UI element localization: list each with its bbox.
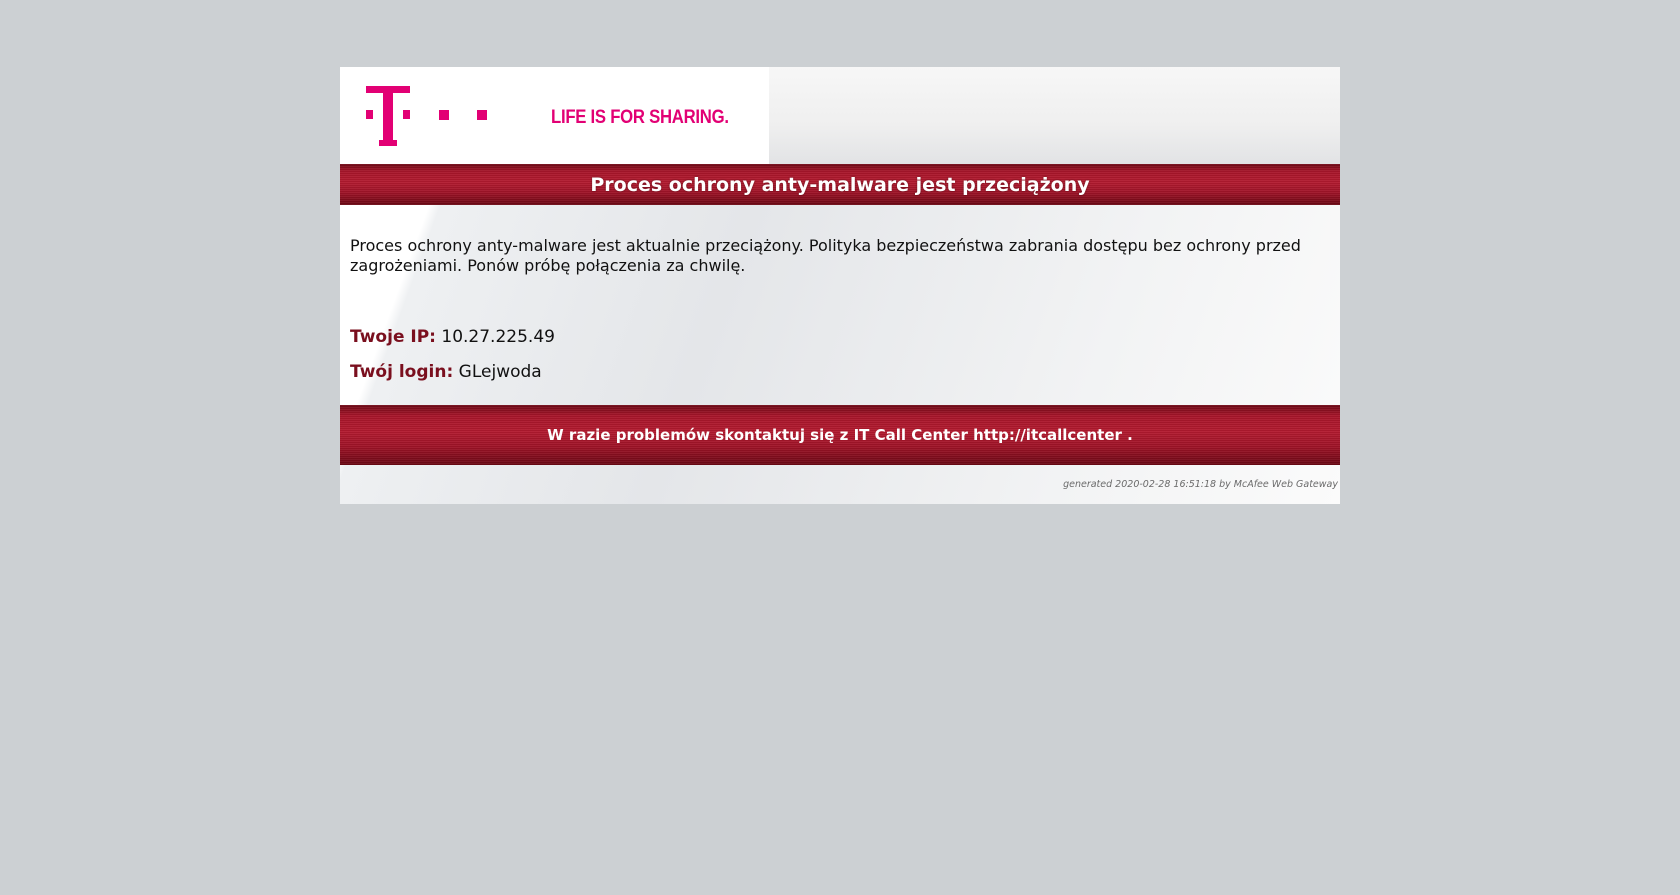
slogan: LIFE IS FOR SHARING.: [551, 107, 729, 128]
footer-banner: W razie problemów skontaktuj się z IT Ca…: [340, 405, 1340, 465]
title-banner: Proces ochrony anty-malware jest przecią…: [340, 164, 1340, 205]
ip-label: Twoje IP:: [350, 327, 436, 347]
generated-note: generated 2020-02-28 16:51:18 by McAfee …: [1063, 479, 1338, 490]
contact-info: W razie problemów skontaktuj się z IT Ca…: [547, 426, 1133, 444]
block-page: LIFE IS FOR SHARING. Proces ochrony anty…: [340, 67, 1340, 504]
ip-value: 10.27.225.49: [441, 327, 555, 347]
login-label: Twój login:: [350, 362, 454, 382]
login-value: GLejwoda: [458, 362, 542, 382]
error-message: Proces ochrony anty-malware jest aktualn…: [350, 236, 1301, 275]
login-row: Twój login: GLejwoda: [350, 362, 542, 382]
ip-row: Twoje IP: 10.27.225.49: [350, 327, 555, 347]
header: LIFE IS FOR SHARING.: [340, 67, 1340, 164]
page-title: Proces ochrony anty-malware jest przecią…: [590, 174, 1090, 196]
logo-area: LIFE IS FOR SHARING.: [340, 67, 769, 164]
telekom-t-logo-icon: [366, 86, 487, 146]
